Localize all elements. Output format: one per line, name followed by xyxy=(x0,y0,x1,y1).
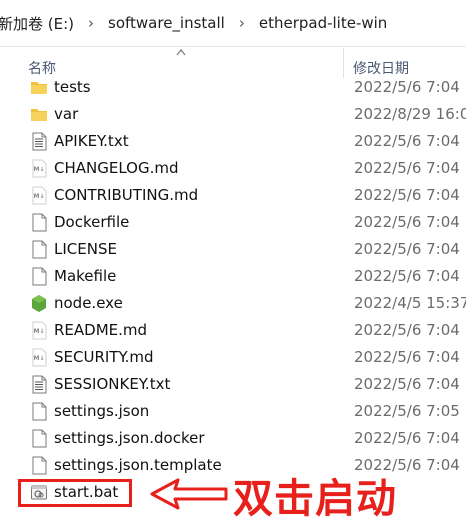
file-row[interactable]: APIKEY.txt 2022/5/6 7:04 xyxy=(0,128,466,155)
file-name: settings.json.docker xyxy=(54,429,205,447)
markdown-file-icon: M↓ xyxy=(30,159,48,178)
markdown-file-icon: M↓ xyxy=(30,348,48,367)
file-date-modified: 2022/5/6 7:04 xyxy=(354,429,460,447)
folder-icon xyxy=(30,105,48,124)
file-row[interactable]: LICENSE 2022/5/6 7:04 xyxy=(0,236,466,263)
file-row[interactable]: M↓ CHANGELOG.md 2022/5/6 7:04 xyxy=(0,155,466,182)
file-name: node.exe xyxy=(54,294,123,312)
svg-text:M↓: M↓ xyxy=(34,166,45,173)
svg-text:M↓: M↓ xyxy=(34,355,45,362)
blank-file-icon xyxy=(30,456,48,475)
file-name: LICENSE xyxy=(54,240,117,258)
file-name: APIKEY.txt xyxy=(54,132,129,150)
file-date-modified: 2022/5/6 7:04 xyxy=(354,78,460,96)
file-date-modified: 2022/5/6 7:04 xyxy=(354,213,460,231)
file-row[interactable]: settings.json.docker 2022/5/6 7:04 xyxy=(0,425,466,452)
file-date-modified: 2022/5/6 7:04 xyxy=(354,267,460,285)
file-name: settings.json.template xyxy=(54,456,222,474)
blank-file-icon xyxy=(30,429,48,448)
file-row[interactable]: Dockerfile 2022/5/6 7:04 xyxy=(0,209,466,236)
blank-file-icon xyxy=(30,267,48,286)
file-name: CONTRIBUTING.md xyxy=(54,186,199,204)
file-date-modified: 2022/5/6 7:04 xyxy=(354,375,460,393)
highlight-box xyxy=(18,479,132,507)
sort-ascending-icon xyxy=(176,49,186,56)
breadcrumb-software-install[interactable]: software_install xyxy=(104,14,229,32)
file-name: SECURITY.md xyxy=(54,348,154,366)
file-date-modified: 2022/4/5 15:37 xyxy=(354,294,466,312)
blank-file-icon xyxy=(30,240,48,259)
file-row[interactable]: SESSIONKEY.txt 2022/5/6 7:04 xyxy=(0,371,466,398)
chevron-right-icon[interactable]: › xyxy=(229,14,255,32)
file-row[interactable]: M↓ CONTRIBUTING.md 2022/5/6 7:04 xyxy=(0,182,466,209)
text-file-icon xyxy=(30,132,48,151)
folder-icon xyxy=(30,78,48,97)
text-file-icon xyxy=(30,375,48,394)
file-list: tests 2022/5/6 7:04 var 2022/8/29 16:09 APIK… xyxy=(0,74,466,509)
file-name: README.md xyxy=(54,321,148,339)
file-date-modified: 2022/5/6 7:04 xyxy=(354,159,460,177)
arrow-left-icon xyxy=(150,478,228,510)
blank-file-icon xyxy=(30,402,48,421)
breadcrumb-drive[interactable]: 新加卷 (E:) xyxy=(0,13,78,34)
file-date-modified: 2022/5/6 7:04 xyxy=(354,240,460,258)
breadcrumb: 新加卷 (E:) › software_install › etherpad-l… xyxy=(0,0,466,47)
file-row[interactable]: Makefile 2022/5/6 7:04 xyxy=(0,263,466,290)
file-name: var xyxy=(54,105,79,123)
file-date-modified: 2022/8/29 16:09 xyxy=(354,105,466,123)
markdown-file-icon: M↓ xyxy=(30,186,48,205)
file-row[interactable]: node.exe 2022/4/5 15:37 xyxy=(0,290,466,317)
file-row[interactable]: var 2022/8/29 16:09 xyxy=(0,101,466,128)
file-date-modified: 2022/5/6 7:04 xyxy=(354,132,460,150)
node-exe-icon xyxy=(30,294,48,313)
file-row[interactable]: M↓ SECURITY.md 2022/5/6 7:04 xyxy=(0,344,466,371)
file-row[interactable]: M↓ README.md 2022/5/6 7:04 xyxy=(0,317,466,344)
file-name: tests xyxy=(54,78,91,96)
file-name: settings.json xyxy=(54,402,150,420)
file-row[interactable]: tests 2022/5/6 7:04 xyxy=(0,74,466,101)
svg-text:M↓: M↓ xyxy=(34,193,45,200)
file-date-modified: 2022/5/6 7:04 xyxy=(354,186,460,204)
blank-file-icon xyxy=(30,213,48,232)
chevron-right-icon[interactable]: › xyxy=(78,14,104,32)
svg-text:M↓: M↓ xyxy=(34,328,45,335)
breadcrumb-etherpad[interactable]: etherpad-lite-win xyxy=(255,14,391,32)
file-name: SESSIONKEY.txt xyxy=(54,375,171,393)
file-row[interactable]: settings.json 2022/5/6 7:05 xyxy=(0,398,466,425)
file-name: CHANGELOG.md xyxy=(54,159,179,177)
file-date-modified: 2022/5/6 7:04 xyxy=(354,348,460,366)
file-date-modified: 2022/5/6 7:04 xyxy=(354,321,460,339)
markdown-file-icon: M↓ xyxy=(30,321,48,340)
file-date-modified: 2022/5/6 7:05 xyxy=(354,402,460,420)
file-name: Dockerfile xyxy=(54,213,130,231)
annotation-label: 双击启动 xyxy=(233,476,397,522)
file-name: Makefile xyxy=(54,267,117,285)
